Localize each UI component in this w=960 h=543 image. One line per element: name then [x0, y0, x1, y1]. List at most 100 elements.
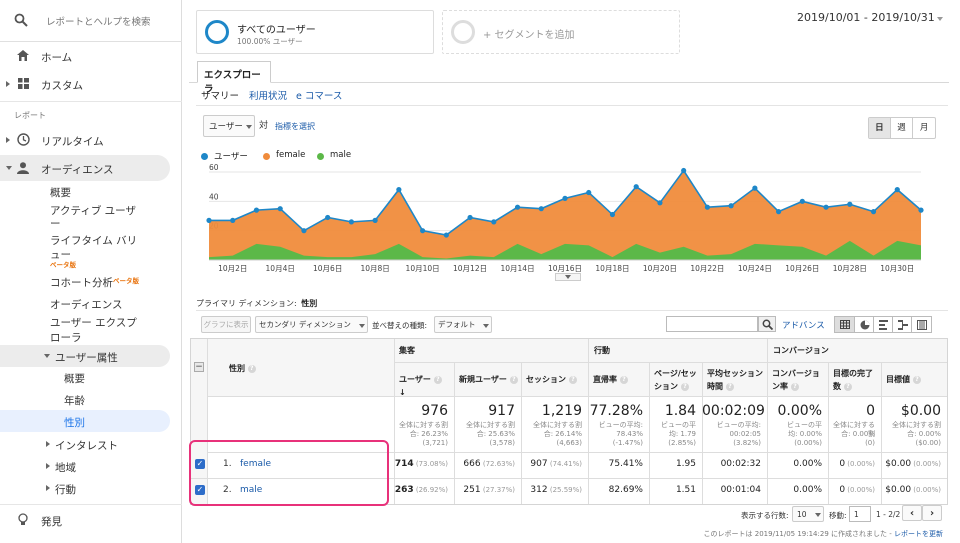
column-header[interactable]: ページ/セッ ション? [654, 367, 699, 393]
primary-dimension: プライマリ ディメンション: 性別 [196, 298, 317, 309]
users-point [586, 189, 592, 196]
nav-audience[interactable]: オーディエンス [0, 155, 170, 181]
view-pivot[interactable] [912, 317, 931, 332]
total-detail: 合: 26.23% [409, 430, 448, 438]
plot-rows-button[interactable]: グラフに表示 [201, 316, 251, 333]
nav-user-explorer[interactable]: ユーザー エクスプ [50, 315, 137, 330]
table-search-button[interactable] [758, 316, 776, 332]
row-cell: 666 (72.63%) [454, 459, 515, 469]
nav-interests[interactable]: インタレスト [0, 437, 182, 453]
granularity-day[interactable]: 日 [869, 118, 891, 138]
cell-value: 1.95 [675, 459, 696, 469]
total-detail: (3,578) [489, 439, 515, 447]
users-point [609, 211, 616, 218]
users-point [230, 217, 236, 223]
users-point [253, 207, 260, 213]
cell-value: 0.00% [793, 459, 822, 469]
nav-behavior[interactable]: 行動 [0, 481, 182, 497]
main-content: すべてのユーザー 100.00% ユーザー + セグメントを追加 2019/10… [189, 0, 949, 543]
help-icon: ? [726, 382, 734, 391]
users-point [823, 204, 829, 210]
x-tick-label: 10月8日 [360, 264, 389, 273]
granularity-month[interactable]: 月 [913, 118, 935, 138]
subtab-ecommerce[interactable]: e コマース [296, 88, 342, 102]
pagination-range: 1 - 2/2 [876, 510, 901, 519]
column-header[interactable]: 目標の完了数? [833, 367, 878, 393]
primary-dimension-value[interactable]: 性別 [301, 299, 317, 308]
subtab-usage[interactable]: 利用状況 [249, 88, 287, 102]
chevron-left-icon: ‹ [909, 507, 915, 519]
column-header[interactable]: コンバージョ ン率? [772, 367, 825, 393]
segment-card-all-users[interactable]: すべてのユーザー 100.00% ユーザー [196, 10, 434, 54]
users-point [918, 207, 924, 213]
x-tick-label: 10月18日 [595, 264, 629, 273]
dropdown-arrow-icon [937, 17, 943, 21]
goto-page-input[interactable]: 1 [849, 506, 871, 522]
nav-custom[interactable]: カスタム [0, 76, 182, 94]
nav-geo[interactable]: 地域 [0, 459, 182, 475]
sort-type-select[interactable]: デフォルト [434, 316, 492, 333]
nav-age[interactable]: 年齢 [64, 393, 85, 408]
subtab-summary[interactable]: サマリー [201, 88, 239, 102]
column-header[interactable]: セッション? [526, 373, 585, 386]
chart-resize-handle[interactable] [555, 273, 581, 281]
x-tick-label: 10月4日 [266, 264, 295, 273]
nav-gender-label: 性別 [64, 417, 85, 429]
date-range-picker[interactable]: 2019/10/01 - 2019/10/31 [797, 10, 947, 28]
nav-overview[interactable]: 概要 [50, 185, 71, 200]
users-point [704, 204, 711, 210]
users-point [325, 214, 331, 221]
nav-demographics[interactable]: ユーザー属性 [0, 345, 170, 367]
users-point [776, 209, 782, 215]
nav-discover[interactable]: 発見 [0, 513, 182, 529]
users-point [681, 167, 687, 174]
nav-gender[interactable]: 性別 [0, 410, 170, 432]
tab-explorer[interactable]: エクスプローラ [197, 61, 271, 95]
x-tick-label: 10月26日 [785, 264, 819, 273]
users-point [443, 232, 449, 238]
view-comparison[interactable] [893, 317, 912, 332]
secondary-dimension-select[interactable]: セカンダリ ディメンション [255, 316, 368, 333]
nav-cohort[interactable]: コホート分析ベータ版 [50, 275, 139, 290]
nav-cohort-label: コホート分析 [50, 277, 113, 289]
header-gender-label: 性別 [229, 364, 245, 373]
nav-home[interactable]: ホーム [0, 48, 182, 66]
select-all-checkbox[interactable]: − [194, 362, 204, 372]
row-cell: 0 (0.00%) [828, 459, 875, 469]
header-gender[interactable]: 性別 ? [229, 362, 256, 375]
search-bar[interactable]: レポートとヘルプを検索 [0, 0, 182, 42]
users-point [372, 217, 378, 223]
prev-page-button[interactable]: ‹ [902, 505, 922, 521]
row-cell: 263 (26.92%) [394, 485, 448, 495]
nav-active-users[interactable]: アクティブ ユーザ [50, 203, 136, 218]
nav-lifetime-value[interactable]: ライフタイム バリ [50, 233, 137, 248]
row-cell: 0.00% [767, 459, 822, 469]
column-header[interactable]: 平均セッション 時間? [707, 367, 764, 393]
column-header-label: 平均セッション [707, 369, 763, 378]
advanced-filter-link[interactable]: アドバンス [782, 319, 825, 331]
view-data-table[interactable] [835, 317, 855, 332]
column-header-label: セッション? [526, 373, 585, 386]
granularity-week[interactable]: 週 [891, 118, 914, 138]
view-pie[interactable] [855, 317, 874, 332]
vs-label: 対 [259, 121, 269, 131]
nav-audiences[interactable]: オーディエンス [50, 297, 123, 312]
users-point [870, 209, 877, 215]
users-point [657, 200, 663, 206]
column-header[interactable]: 新規ユーザー? [459, 373, 518, 386]
view-performance[interactable] [874, 317, 893, 332]
column-header[interactable]: 目標値? [886, 373, 944, 386]
table-search-input[interactable] [666, 316, 758, 332]
rows-per-page-select[interactable]: 10 [792, 506, 824, 522]
sort-type-value: デフォルト [438, 320, 476, 329]
select-metric-link[interactable]: 指標を選択 [275, 121, 315, 132]
nav-realtime[interactable]: リアルタイム [0, 132, 182, 150]
metric-select[interactable]: ユーザー [203, 115, 255, 137]
refresh-report-link[interactable]: レポートを更新 [894, 530, 943, 538]
add-segment-button[interactable]: + セグメントを追加 [442, 10, 680, 54]
legend-label-male: male [330, 150, 352, 160]
nav-demo-overview[interactable]: 概要 [64, 371, 85, 386]
column-header[interactable]: 直帰率? [593, 373, 646, 386]
cell-percent: (74.41%) [547, 460, 582, 468]
next-page-button[interactable]: › [922, 505, 942, 521]
